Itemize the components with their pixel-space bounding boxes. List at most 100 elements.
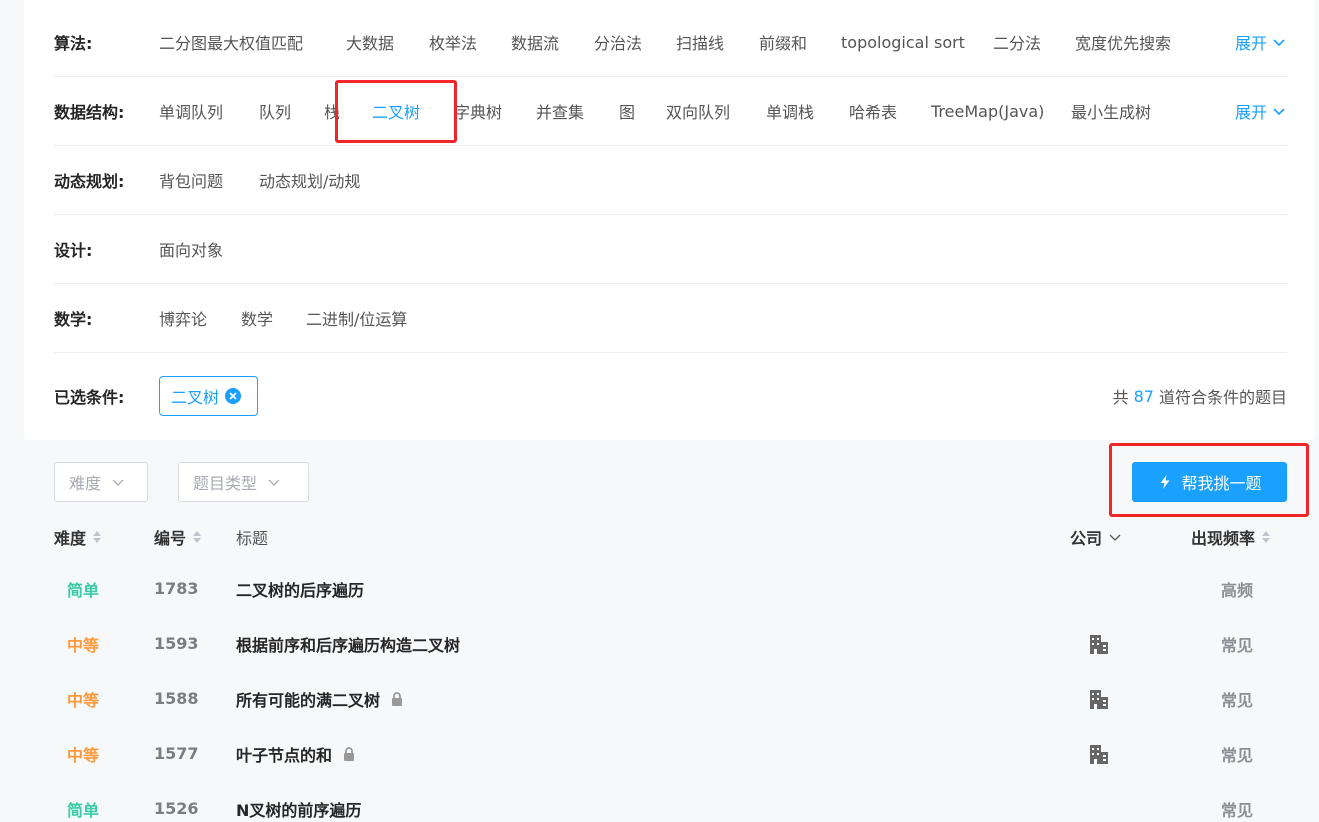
th-frequency-label: 出现频率 bbox=[1191, 529, 1256, 548]
filter-label-data-structure: 数据结构: bbox=[54, 103, 125, 122]
problem-number: 1783 bbox=[154, 579, 199, 598]
sort-icon bbox=[1262, 531, 1271, 543]
tag-hash-table[interactable]: 哈希表 bbox=[849, 77, 897, 145]
tag-deque[interactable]: 双向队列 bbox=[666, 77, 730, 145]
tag-union-find[interactable]: 并查集 bbox=[536, 77, 584, 145]
tag-knapsack[interactable]: 背包问题 bbox=[159, 146, 223, 214]
tag-bit-manipulation[interactable]: 二进制/位运算 bbox=[306, 284, 407, 352]
difficulty-easy: 简单 bbox=[67, 580, 100, 600]
sort-icon bbox=[193, 531, 202, 543]
chevron-down-icon bbox=[1109, 534, 1121, 541]
problem-title: 所有可能的满二叉树 bbox=[236, 690, 381, 710]
tag-binary-search[interactable]: 二分法 bbox=[993, 8, 1041, 76]
selected-conditions-row: 已选条件: 二叉树 共 87 道符合条件的题目 bbox=[54, 352, 1287, 440]
tag-bfs[interactable]: 宽度优先搜索 bbox=[1075, 8, 1171, 76]
th-company[interactable]: 公司 bbox=[1070, 517, 1122, 557]
problem-title: 根据前序和后序遍历构造二叉树 bbox=[236, 635, 461, 655]
difficulty-dropdown[interactable]: 难度 bbox=[54, 462, 148, 502]
frequency-label: 常见 bbox=[1221, 800, 1254, 820]
tag-monotonic-stack[interactable]: 单调栈 bbox=[766, 77, 814, 145]
problem-title-link[interactable]: N叉树的前序遍历 bbox=[236, 781, 361, 822]
difficulty-medium: 中等 bbox=[67, 690, 100, 710]
pick-problem-button[interactable]: 帮我挑一题 bbox=[1132, 462, 1287, 502]
frequency-label: 高频 bbox=[1221, 580, 1254, 600]
lightning-icon bbox=[1160, 475, 1170, 489]
tag-queue[interactable]: 队列 bbox=[259, 77, 291, 145]
th-frequency[interactable]: 出现频率 bbox=[1191, 517, 1271, 557]
filter-label-dp: 动态规划: bbox=[54, 172, 125, 191]
th-number[interactable]: 编号 bbox=[154, 517, 202, 557]
filter-label-design: 设计: bbox=[54, 241, 93, 260]
problem-title: 二叉树的后序遍历 bbox=[236, 580, 365, 600]
tag-enumeration[interactable]: 枚举法 bbox=[429, 8, 477, 76]
tag-trie[interactable]: 字典树 bbox=[454, 77, 502, 145]
filter-label-algorithm: 算法: bbox=[54, 34, 93, 53]
problem-title-link[interactable]: 根据前序和后序遍历构造二叉树 bbox=[236, 616, 460, 671]
th-title: 标题 bbox=[236, 517, 268, 557]
table-row[interactable]: 中等 1593 根据前序和后序遍历构造二叉树 常见 bbox=[24, 616, 1315, 671]
selected-conditions-label: 已选条件: bbox=[54, 388, 125, 407]
pick-problem-label: 帮我挑一题 bbox=[1181, 474, 1262, 493]
sort-icon bbox=[93, 531, 102, 543]
tag-game-theory[interactable]: 博弈论 bbox=[159, 284, 207, 352]
tag-dynamic-programming[interactable]: 动态规划/动规 bbox=[259, 146, 360, 214]
tag-oop[interactable]: 面向对象 bbox=[159, 215, 223, 283]
th-number-label: 编号 bbox=[154, 529, 187, 548]
filter-row-dp: 动态规划: 背包问题 动态规划/动规 bbox=[54, 146, 1287, 215]
problem-title: 叶子节点的和 bbox=[236, 745, 333, 765]
tag-graph[interactable]: 图 bbox=[619, 77, 635, 145]
tag-big-data[interactable]: 大数据 bbox=[346, 8, 394, 76]
difficulty-medium: 中等 bbox=[67, 635, 100, 655]
tag-mst[interactable]: 最小生成树 bbox=[1071, 77, 1151, 145]
expand-label: 展开 bbox=[1234, 103, 1267, 122]
tag-prefix-sum[interactable]: 前缀和 bbox=[759, 8, 807, 76]
table-row[interactable]: 简单 1783 二叉树的后序遍历 高频 bbox=[24, 561, 1315, 616]
tag-data-stream[interactable]: 数据流 bbox=[511, 8, 559, 76]
selected-chip-binary-tree[interactable]: 二叉树 bbox=[159, 376, 258, 416]
difficulty-easy: 简单 bbox=[67, 800, 100, 820]
tag-math[interactable]: 数学 bbox=[241, 284, 273, 352]
company-icon[interactable] bbox=[1089, 616, 1109, 671]
problem-title-link[interactable]: 二叉树的后序遍历 bbox=[236, 561, 364, 616]
chevron-down-icon bbox=[112, 479, 124, 486]
tag-divide-conquer[interactable]: 分治法 bbox=[594, 8, 642, 76]
expand-algorithm-button[interactable]: 展开 bbox=[1235, 8, 1287, 76]
tag-binary-tree[interactable]: 二叉树 bbox=[372, 77, 420, 145]
type-placeholder: 题目类型 bbox=[193, 474, 258, 493]
close-icon[interactable] bbox=[225, 388, 242, 404]
th-title-label: 标题 bbox=[236, 529, 269, 548]
company-icon[interactable] bbox=[1089, 671, 1109, 726]
problem-title-link[interactable]: 叶子节点的和 bbox=[236, 726, 356, 781]
tag-monotonic-queue[interactable]: 单调队列 bbox=[159, 77, 223, 145]
table-row[interactable]: 简单 1526 N叉树的前序遍历 常见 bbox=[24, 781, 1315, 822]
count-suffix: 道符合条件的题目 bbox=[1158, 388, 1287, 407]
filter-row-algorithm: 算法: 二分图最大权值匹配 大数据 枚举法 数据流 分治法 扫描线 前缀和 to… bbox=[54, 8, 1287, 77]
th-company-label: 公司 bbox=[1070, 529, 1103, 548]
tag-topological-sort[interactable]: topological sort bbox=[841, 8, 965, 76]
tag-sweep-line[interactable]: 扫描线 bbox=[676, 8, 724, 76]
chevron-down-icon bbox=[1273, 108, 1285, 116]
frequency-label: 常见 bbox=[1221, 745, 1254, 765]
th-difficulty[interactable]: 难度 bbox=[54, 517, 102, 557]
problem-type-dropdown[interactable]: 题目类型 bbox=[178, 462, 309, 502]
chevron-down-icon bbox=[1273, 39, 1285, 47]
count-number: 87 bbox=[1133, 386, 1154, 406]
table-row[interactable]: 中等 1588 所有可能的满二叉树 常见 bbox=[24, 671, 1315, 726]
problem-number: 1593 bbox=[154, 634, 199, 653]
problem-number: 1577 bbox=[154, 744, 199, 763]
frequency-label: 常见 bbox=[1221, 635, 1254, 655]
company-icon[interactable] bbox=[1089, 726, 1109, 781]
page: 算法: 二分图最大权值匹配 大数据 枚举法 数据流 分治法 扫描线 前缀和 to… bbox=[0, 0, 1319, 822]
frequency-label: 常见 bbox=[1221, 690, 1254, 710]
tag-bipartite-matching[interactable]: 二分图最大权值匹配 bbox=[159, 8, 303, 76]
filter-panel: 算法: 二分图最大权值匹配 大数据 枚举法 数据流 分治法 扫描线 前缀和 to… bbox=[24, 0, 1315, 440]
table-row[interactable]: 中等 1577 叶子节点的和 常见 bbox=[24, 726, 1315, 781]
expand-data-structure-button[interactable]: 展开 bbox=[1235, 77, 1287, 145]
tag-treemap[interactable]: TreeMap(Java) bbox=[931, 77, 1044, 145]
count-prefix: 共 bbox=[1112, 388, 1129, 407]
tag-stack[interactable]: 栈 bbox=[324, 77, 340, 145]
chip-label: 二叉树 bbox=[171, 388, 220, 407]
problem-title-link[interactable]: 所有可能的满二叉树 bbox=[236, 671, 404, 726]
th-difficulty-label: 难度 bbox=[54, 529, 87, 548]
lock-icon bbox=[344, 746, 355, 761]
